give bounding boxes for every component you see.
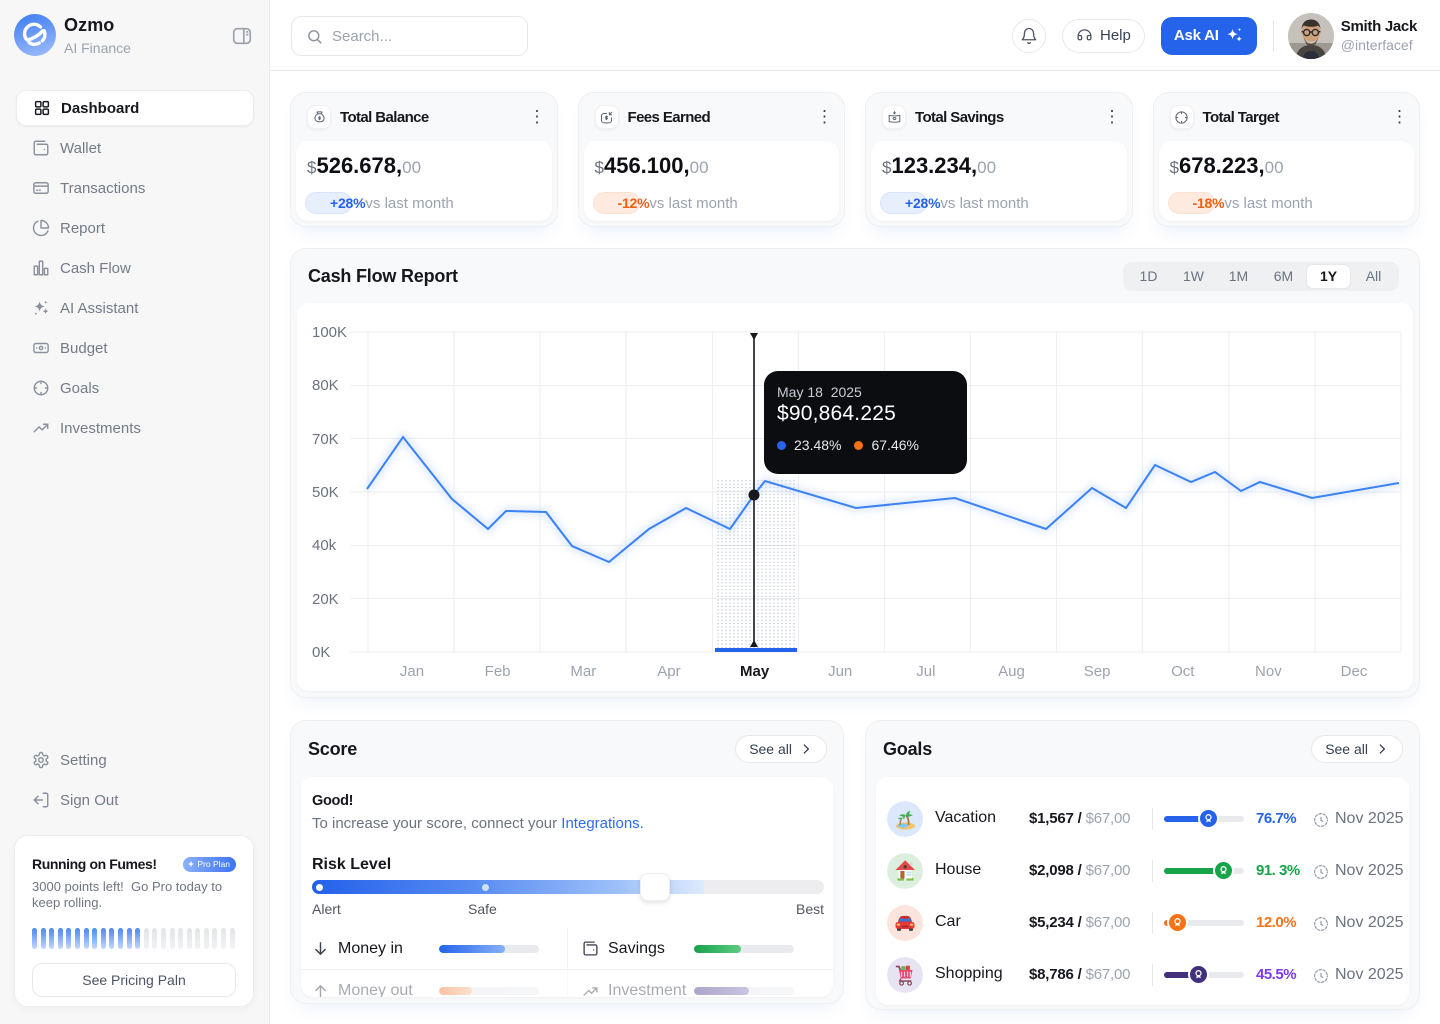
svg-text:40k: 40k — [312, 537, 337, 554]
svg-text:Jul: Jul — [916, 663, 935, 680]
svg-text:May: May — [740, 663, 770, 680]
svg-text:Oct: Oct — [1171, 663, 1195, 680]
svg-text:Nov: Nov — [1255, 663, 1282, 680]
svg-text:Apr: Apr — [657, 663, 680, 680]
svg-text:Sep: Sep — [1084, 663, 1111, 680]
svg-text:Aug: Aug — [998, 663, 1025, 680]
svg-text:100K: 100K — [312, 324, 347, 341]
svg-text:Jun: Jun — [828, 663, 852, 680]
svg-text:80K: 80K — [312, 377, 339, 394]
svg-text:0K: 0K — [312, 644, 330, 661]
svg-text:Mar: Mar — [570, 663, 596, 680]
svg-text:50K: 50K — [312, 484, 339, 501]
svg-text:20K: 20K — [312, 591, 339, 608]
svg-text:Jan: Jan — [400, 663, 424, 680]
svg-text:Feb: Feb — [485, 663, 511, 680]
svg-text:70K: 70K — [312, 431, 339, 448]
svg-text:Dec: Dec — [1341, 663, 1368, 680]
